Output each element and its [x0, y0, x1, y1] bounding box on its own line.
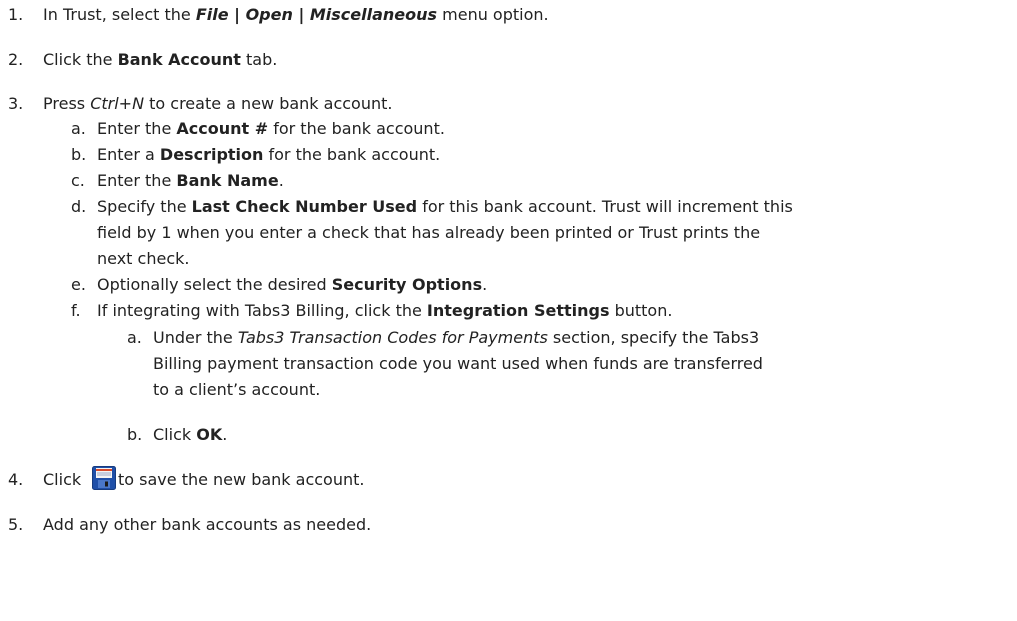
- step-4: 4.: [8, 469, 23, 491]
- step-3fa-num: a.: [127, 327, 142, 349]
- text: Optionally select the desired: [97, 275, 332, 294]
- step-3e-num: e.: [71, 274, 86, 296]
- bold-term: Account #: [176, 119, 269, 138]
- bold-term: Security Options: [331, 275, 483, 294]
- text: for this bank account. Trust will increm…: [417, 197, 793, 216]
- bold-term: Description: [159, 145, 264, 164]
- text: Press: [43, 94, 91, 113]
- step-3c-num: c.: [71, 170, 85, 192]
- step-1: 1.: [8, 4, 23, 26]
- step-letter: a.: [71, 119, 86, 138]
- text: tab.: [240, 50, 278, 69]
- menu-path: File | Open | Miscellaneous: [195, 5, 438, 24]
- bold-term: Last Check Number Used: [191, 197, 418, 216]
- text: .: [482, 275, 488, 294]
- text: Under the: [153, 328, 238, 347]
- step-3-text: Press Ctrl+N to create a new bank accoun…: [43, 93, 392, 115]
- section-name: Tabs3 Transaction Codes for Payments: [237, 328, 548, 347]
- step-1-text: In Trust, select the File | Open | Misce…: [43, 4, 549, 26]
- step-3d-line2: field by 1 when you enter a check that h…: [97, 223, 761, 242]
- step-3a-num: a.: [71, 118, 86, 140]
- text: If integrating with Tabs3 Billing, click…: [97, 301, 427, 320]
- step-3f-num: f.: [71, 300, 81, 322]
- text: for the bank account.: [268, 119, 445, 138]
- text: to save the new bank account.: [118, 470, 365, 489]
- text: for the bank account.: [263, 145, 441, 164]
- step-number: 5.: [8, 515, 24, 534]
- step-number: 4.: [8, 470, 24, 489]
- shortcut: Ctrl+N: [90, 94, 145, 113]
- text: Click the: [43, 50, 118, 69]
- step-letter: b.: [71, 145, 87, 164]
- step-3d-line3: next check.: [97, 249, 190, 268]
- step-3: 3.: [8, 93, 23, 115]
- text: section, specify the Tabs3: [547, 328, 760, 347]
- step-letter: b.: [127, 425, 143, 444]
- step-3d-text: Specify the Last Check Number Used for t…: [97, 196, 793, 218]
- step-number: 1.: [8, 5, 24, 24]
- step-letter: e.: [71, 275, 86, 294]
- step-letter: f.: [71, 301, 81, 320]
- text: Click: [43, 470, 82, 489]
- bold-term: OK: [196, 425, 223, 444]
- step-letter: a.: [127, 328, 142, 347]
- text: button.: [609, 301, 673, 320]
- step-number: 3.: [8, 94, 24, 113]
- bold-term: Integration Settings: [426, 301, 610, 320]
- step-3e-text: Optionally select the desired Security O…: [97, 274, 487, 296]
- step-5-text: Add any other bank accounts as needed.: [43, 515, 372, 534]
- step-3fa-text: Under the Tabs3 Transaction Codes for Pa…: [153, 327, 759, 349]
- step-number: 2.: [8, 50, 24, 69]
- step-4-text: to save the new bank account.: [118, 469, 364, 491]
- step-letter: c.: [71, 171, 85, 190]
- text: menu option.: [437, 5, 549, 24]
- step-3fb-num: b.: [127, 424, 142, 446]
- step-3a-text: Enter the Account # for the bank account…: [97, 118, 445, 140]
- step-3fa-line2: Billing payment transaction code you wan…: [153, 354, 763, 373]
- bold-term: Bank Name: [176, 171, 279, 190]
- step-5: 5.: [8, 514, 23, 536]
- text: Specify the: [97, 197, 192, 216]
- step-2: 2.: [8, 49, 23, 71]
- step-3f-text: If integrating with Tabs3 Billing, click…: [97, 300, 672, 322]
- text: In Trust, select the: [43, 5, 196, 24]
- step-2-text: Click the Bank Account tab.: [43, 49, 277, 71]
- step-3b-text: Enter a Description for the bank account…: [97, 144, 440, 166]
- step-3fa-line3: to a client’s account.: [153, 380, 321, 399]
- step-3c-text: Enter the Bank Name.: [97, 170, 284, 192]
- step-3d-num: d.: [71, 196, 86, 218]
- text: Enter the: [97, 171, 177, 190]
- text: Enter a: [97, 145, 160, 164]
- step-3b-num: b.: [71, 144, 86, 166]
- bold-term: Bank Account: [117, 50, 241, 69]
- step-4-pre: Click: [43, 469, 81, 491]
- step-3fb-text: Click OK.: [153, 424, 227, 446]
- text: Click: [153, 425, 197, 444]
- text: Enter the: [97, 119, 177, 138]
- text: .: [278, 171, 284, 190]
- text: to create a new bank account.: [144, 94, 393, 113]
- text: .: [222, 425, 228, 444]
- save-floppy-icon: [92, 466, 116, 490]
- step-letter: d.: [71, 197, 87, 216]
